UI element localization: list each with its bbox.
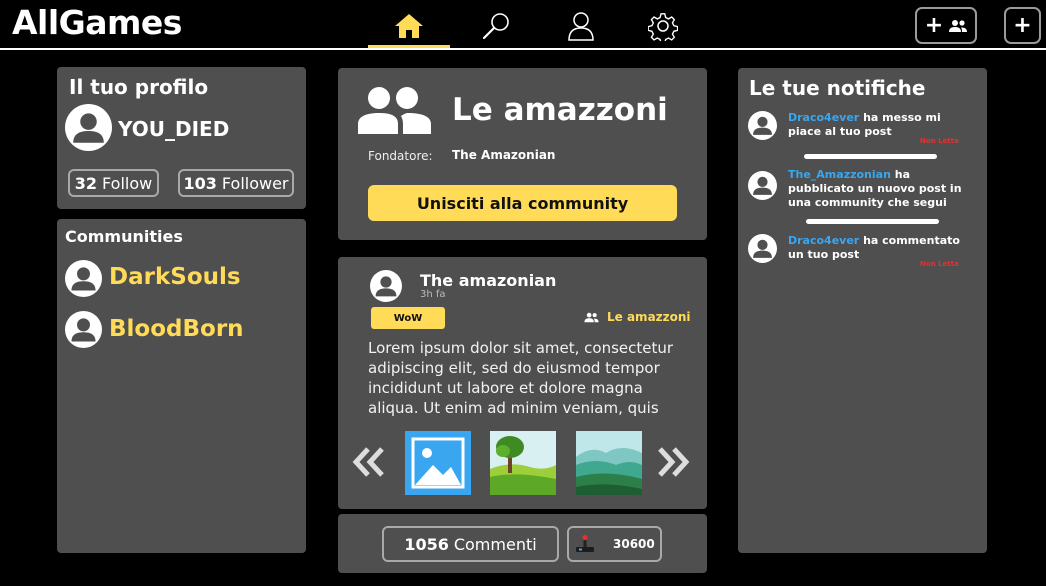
notifications-title: Le tue notifiche bbox=[749, 76, 926, 100]
plus-icon: + bbox=[924, 12, 944, 38]
avatar[interactable] bbox=[65, 104, 112, 151]
notification-text: Draco4ever ha commentato un tuo post bbox=[788, 234, 970, 262]
profile-panel: Il tuo profilo YOU_DIED 32 Follow 103 Fo… bbox=[57, 67, 306, 209]
follow-label: Follow bbox=[102, 173, 153, 193]
notification-avatar bbox=[748, 111, 777, 140]
notification-divider bbox=[804, 154, 937, 159]
post-community-link[interactable]: Le amazzoni bbox=[584, 310, 691, 324]
communities-panel: Communities DarkSouls BloodBorn bbox=[57, 219, 306, 553]
community-avatar[interactable] bbox=[65, 260, 102, 297]
post-author-avatar[interactable] bbox=[370, 270, 402, 302]
user-avatar-icon bbox=[73, 113, 104, 143]
comments-label: Commenti bbox=[453, 534, 537, 554]
landscape-image bbox=[490, 431, 556, 495]
notification-user[interactable]: Draco4ever bbox=[788, 234, 859, 247]
app-logo[interactable]: AllGames bbox=[12, 2, 182, 44]
comments-button[interactable]: 1056 Commenti bbox=[382, 526, 559, 562]
user-avatar-icon bbox=[753, 239, 772, 258]
chevron-left-icon[interactable] bbox=[352, 445, 386, 479]
post-image-landscape-2[interactable] bbox=[576, 431, 642, 495]
plus-icon: + bbox=[1013, 12, 1032, 38]
post-time: 3h fa bbox=[420, 289, 446, 300]
nav-settings[interactable] bbox=[622, 4, 704, 48]
community-link-bloodborn[interactable]: BloodBorn bbox=[109, 316, 244, 342]
joystick-icon bbox=[576, 534, 594, 552]
notification-avatar bbox=[748, 234, 777, 263]
user-avatar-icon bbox=[71, 267, 96, 291]
follower-count-button[interactable]: 103 Follower bbox=[178, 169, 294, 197]
communities-title: Communities bbox=[65, 227, 183, 246]
home-icon bbox=[395, 14, 423, 38]
top-bar: AllGames + + bbox=[0, 0, 1046, 50]
founder-label: Fondatore: bbox=[368, 149, 433, 163]
post-body: Lorem ipsum dolor sit amet, consectetur … bbox=[368, 339, 674, 417]
community-name: Le amazzoni bbox=[452, 92, 668, 128]
community-panel: Le amazzoni Fondatore: The Amazonian Uni… bbox=[338, 68, 707, 240]
search-icon bbox=[482, 13, 509, 40]
notification-user[interactable]: The_Amazzonian bbox=[788, 168, 891, 181]
group-icon bbox=[949, 19, 968, 32]
notification-text: Draco4ever ha messo mi piace al tuo post bbox=[788, 111, 970, 139]
nav-home[interactable] bbox=[368, 4, 450, 49]
user-avatar-icon bbox=[375, 276, 397, 297]
nav-profile[interactable] bbox=[540, 4, 622, 48]
topbar-divider bbox=[0, 48, 1046, 50]
user-icon bbox=[568, 12, 594, 41]
add-community-button[interactable]: + bbox=[915, 7, 977, 44]
notification-avatar bbox=[748, 171, 777, 200]
notification-text: The_Amazzonian ha pubblicato un nuovo po… bbox=[788, 168, 970, 210]
like-button[interactable]: 30600 bbox=[567, 526, 662, 562]
post-image-placeholder[interactable] bbox=[405, 431, 471, 495]
chevron-right-icon[interactable] bbox=[656, 445, 690, 479]
post-actions-panel: 1056 Commenti 30600 bbox=[338, 514, 707, 573]
unread-badge: Non Letta bbox=[920, 137, 959, 145]
image-icon bbox=[405, 431, 471, 495]
user-avatar-icon bbox=[71, 318, 96, 342]
community-link-darksouls[interactable]: DarkSouls bbox=[109, 264, 241, 290]
follow-count: 32 bbox=[74, 173, 98, 193]
post-community-name: Le amazzoni bbox=[607, 310, 691, 324]
unread-badge: Non Letta bbox=[920, 260, 959, 268]
post-author[interactable]: The amazonian bbox=[420, 271, 556, 290]
group-icon bbox=[358, 87, 431, 134]
follow-count-button[interactable]: 32 Follow bbox=[68, 169, 159, 197]
group-icon bbox=[584, 312, 599, 322]
game-tag[interactable]: WoW bbox=[371, 307, 445, 329]
notification-user[interactable]: Draco4ever bbox=[788, 111, 859, 124]
gear-icon bbox=[648, 13, 678, 41]
profile-username[interactable]: YOU_DIED bbox=[118, 117, 229, 141]
follower-count: 103 bbox=[183, 173, 217, 193]
post-panel: The amazonian 3h fa WoW Le amazzoni Lore… bbox=[338, 257, 707, 509]
user-avatar-icon bbox=[753, 176, 772, 195]
profile-title: Il tuo profilo bbox=[69, 75, 209, 99]
add-post-button[interactable]: + bbox=[1004, 7, 1041, 44]
notifications-panel: Le tue notifiche Draco4ever ha messo mi … bbox=[738, 68, 987, 553]
follower-label: Follower bbox=[221, 173, 289, 193]
post-image-landscape-1[interactable] bbox=[490, 431, 556, 495]
user-avatar-icon bbox=[753, 116, 772, 135]
join-community-button[interactable]: Unisciti alla community bbox=[368, 185, 677, 221]
comments-count: 1056 bbox=[404, 534, 449, 554]
founder-name[interactable]: The Amazonian bbox=[452, 148, 555, 162]
notification-divider bbox=[806, 219, 939, 224]
community-avatar[interactable] bbox=[65, 311, 102, 348]
landscape-image bbox=[576, 431, 642, 495]
nav-search[interactable] bbox=[455, 4, 537, 48]
likes-count: 30600 bbox=[613, 537, 655, 551]
